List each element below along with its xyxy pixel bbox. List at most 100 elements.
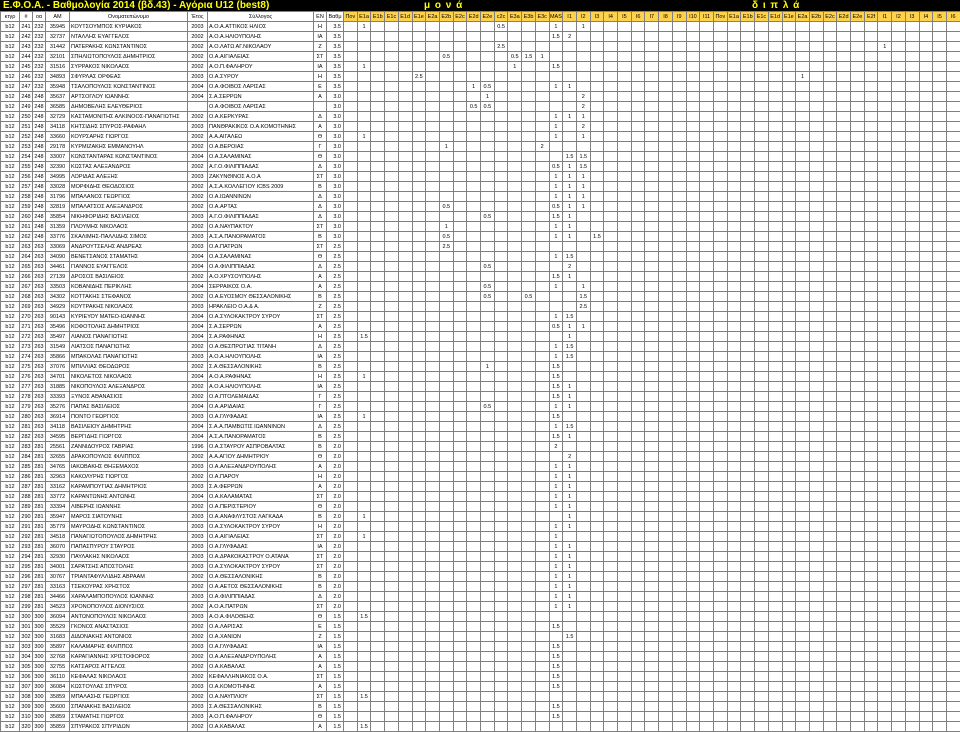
singles-score-cell [344,412,358,422]
doubles-score-cell [864,692,878,702]
doubles-score-cell [741,462,755,472]
singles-score-cell [672,392,686,402]
member-id-cell: 36084 [46,682,70,692]
doubles-score-cell [713,482,727,492]
singles-score-cell [508,672,522,682]
oa-cell: 281 [33,522,46,532]
doubles-score-cell [823,282,837,292]
singles-score-cell: 1 [549,232,563,242]
singles-score-cell [618,202,632,212]
player-name-cell: ΣΑΡΑΤΣΗΣ ΑΠΟΣΤΟΛΗΣ [70,562,188,572]
singles-score-cell [439,272,453,282]
singles-score-cell [508,472,522,482]
singles-score-cell [590,22,604,32]
singles-score-cell [426,682,440,692]
category-cell: b12 [1,302,20,312]
singles-score-cell [535,712,549,722]
doubles-score-cell [905,352,919,362]
singles-score-cell [357,602,371,612]
doubles-score-cell [796,372,810,382]
singles-event-header: E1c [385,12,399,22]
oa-cell: 300 [33,682,46,692]
singles-score-cell [631,362,645,372]
doubles-score-cell [782,382,796,392]
doubles-score-cell [919,452,933,462]
doubles-score-cell [741,202,755,212]
singles-score-cell [467,612,481,622]
doubles-score-cell [878,222,892,232]
doubles-score-cell [741,592,755,602]
doubles-score-cell [864,442,878,452]
doubles-score-cell [823,482,837,492]
player-name-cell: ΣΥΡΡΑΚΟΣ ΝΙΚΟΛΑΟΣ [70,62,188,72]
singles-score-cell [453,202,467,212]
doubles-score-cell [809,612,823,622]
table-row: b1228728133162ΚΑΡΑΜΠΟΥΓΙΑΣ ΔΗΜΗΤΡΙΟΣ2003… [1,482,960,492]
singles-score-cell [439,262,453,272]
doubles-score-cell [741,132,755,142]
singles-score-cell [508,152,522,162]
singles-score-cell [412,612,426,622]
member-id-cell: 31549 [46,342,70,352]
singles-score-cell [659,642,673,652]
doubles-score-cell [809,202,823,212]
singles-score-cell [494,502,508,512]
singles-score-cell [467,382,481,392]
singles-score-cell [645,702,659,712]
singles-score-cell [398,442,412,452]
singles-score-cell [426,702,440,712]
singles-score-cell [686,582,700,592]
doubles-score-cell [878,252,892,262]
singles-score-cell [631,652,645,662]
doubles-score-cell [946,722,960,732]
doubles-score-cell [919,202,933,212]
ranking-table-body: b1224123235945ΚΟΥΤΣΟΥΜΠΟΣ ΚΥΡΙΑΚΟΣ2003Α.… [1,22,960,732]
doubles-score-cell [878,152,892,162]
doubles-score-cell [892,342,906,352]
singles-score-cell [604,32,618,42]
singles-score-cell [686,482,700,492]
doubles-score-cell [892,572,906,582]
doubles-score-cell [905,662,919,672]
singles-score-cell [686,632,700,642]
doubles-score-cell [755,372,769,382]
singles-score-cell [618,532,632,542]
doubles-score-cell [878,452,892,462]
doubles-score-cell [878,392,892,402]
singles-score-cell [426,142,440,152]
rank-cell: 249 [20,102,33,112]
singles-score-cell [522,22,536,32]
singles-score-cell [549,332,563,342]
doubles-score-cell [919,532,933,542]
doubles-score-cell [933,442,947,452]
singles-score-cell [453,502,467,512]
member-id-cell: 35859 [46,722,70,732]
singles-score-cell [439,592,453,602]
member-id-cell: 34090 [46,252,70,262]
category-cell: b12 [1,612,20,622]
singles-score-cell [522,62,536,72]
doubles-score-cell [933,292,947,302]
singles-score-cell: 0.5 [481,212,495,222]
singles-score-cell [344,52,358,62]
oa-cell: 248 [33,92,46,102]
doubles-score-cell [919,82,933,92]
singles-score-cell [522,322,536,332]
doubles-score-cell [946,532,960,542]
singles-score-cell [686,332,700,342]
doubles-score-cell [727,352,741,362]
rank-cell: 253 [20,142,33,152]
singles-score-cell [549,452,563,462]
doubles-score-cell [713,682,727,692]
singles-score-cell [659,132,673,142]
doubles-score-cell [851,442,865,452]
region-cell: Δ [314,162,327,172]
singles-score-cell [618,142,632,152]
doubles-score-cell [878,402,892,412]
doubles-score-cell [782,292,796,302]
singles-score-cell [686,562,700,572]
birth-year-cell: 2003 [188,462,208,472]
player-name-cell: ΑΡΤΣΟΓΛΟΥ ΙΩΑΝΝΗΣ [70,92,188,102]
singles-score-cell [522,442,536,452]
singles-score-cell [398,292,412,302]
